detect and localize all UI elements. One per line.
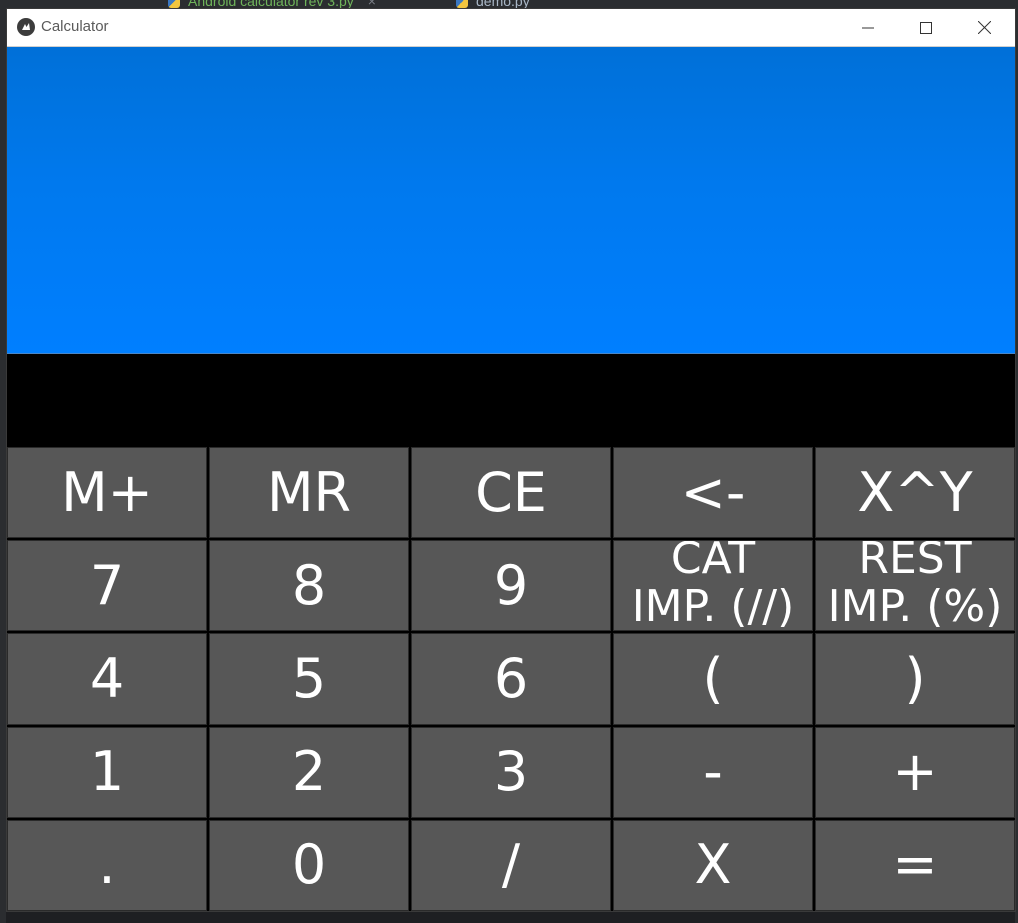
window-title: Calculator	[41, 18, 109, 35]
plus-button[interactable]: +	[815, 726, 1015, 818]
minus-button[interactable]: -	[613, 726, 813, 818]
equals-button[interactable]: =	[815, 819, 1015, 911]
digit-8-button[interactable]: 8	[209, 540, 409, 632]
open-paren-button[interactable]: (	[613, 633, 813, 725]
digit-7-button[interactable]: 7	[7, 540, 207, 632]
digit-3-button[interactable]: 3	[411, 726, 611, 818]
kivy-logo-icon	[17, 18, 35, 36]
result-display	[7, 47, 1015, 354]
minimize-icon	[862, 27, 874, 28]
digit-9-button[interactable]: 9	[411, 540, 611, 632]
ide-tab-label: Android calculator rev 3.py	[188, 0, 354, 9]
input-display	[7, 354, 1015, 447]
integer-division-button[interactable]: CAT IMP. (//)	[613, 540, 813, 632]
power-button[interactable]: X^Y	[815, 447, 1015, 539]
maximize-icon	[920, 21, 932, 34]
clear-entry-button[interactable]: CE	[411, 447, 611, 539]
keypad: M+ MR CE <- X^Y 7 8 9 CAT IMP. (//) REST…	[7, 447, 1015, 911]
close-button[interactable]	[955, 9, 1013, 46]
backspace-button[interactable]: <-	[613, 447, 813, 539]
digit-5-button[interactable]: 5	[209, 633, 409, 725]
close-paren-button[interactable]: )	[815, 633, 1015, 725]
digit-1-button[interactable]: 1	[7, 726, 207, 818]
python-file-icon	[456, 0, 468, 9]
ide-tab-android-calculator[interactable]: Android calculator rev 3.py ×	[168, 0, 376, 9]
decimal-point-button[interactable]: .	[7, 819, 207, 911]
memory-add-button[interactable]: M+	[7, 447, 207, 539]
close-tab-icon[interactable]: ×	[368, 0, 376, 9]
calculator-window: Calculator M+ MR CE <- X^Y 7 8 9 CAT IMP…	[7, 9, 1015, 911]
ide-tab-label: demo.py	[476, 0, 530, 9]
python-file-icon	[168, 0, 180, 9]
maximize-button[interactable]	[897, 9, 955, 46]
close-icon	[977, 21, 991, 34]
multiply-button[interactable]: X	[613, 819, 813, 911]
minimize-button[interactable]	[839, 9, 897, 46]
ide-tab-demo[interactable]: demo.py	[456, 0, 530, 9]
digit-4-button[interactable]: 4	[7, 633, 207, 725]
modulo-button[interactable]: REST IMP. (%)	[815, 540, 1015, 632]
digit-6-button[interactable]: 6	[411, 633, 611, 725]
digit-0-button[interactable]: 0	[209, 819, 409, 911]
ide-left-edge	[0, 10, 6, 923]
digit-2-button[interactable]: 2	[209, 726, 409, 818]
memory-recall-button[interactable]: MR	[209, 447, 409, 539]
divide-button[interactable]: /	[411, 819, 611, 911]
title-bar[interactable]: Calculator	[7, 9, 1015, 47]
